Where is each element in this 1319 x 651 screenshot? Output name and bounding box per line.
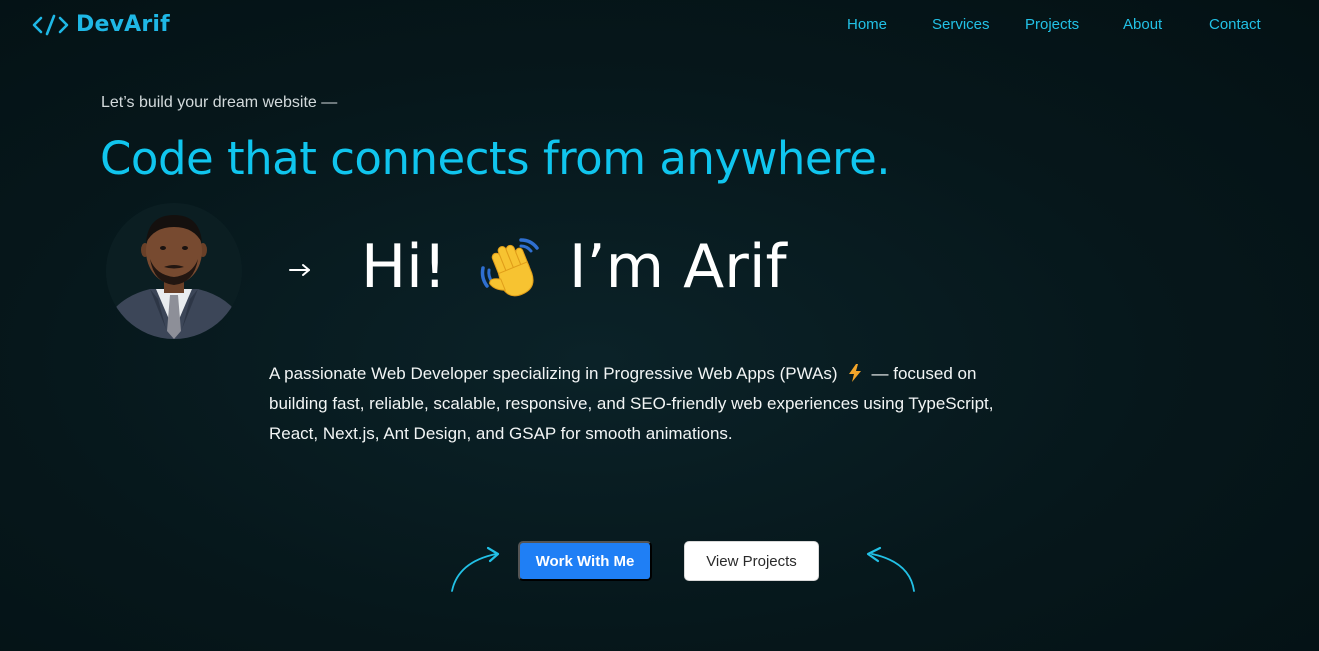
nav-menu: Home Services Projects About Contact — [0, 16, 1319, 38]
curved-arrow-right-icon — [866, 546, 915, 592]
curved-arrow-left-icon — [451, 546, 500, 592]
nav-services[interactable]: Services — [932, 16, 990, 33]
nav-home[interactable]: Home — [847, 16, 887, 33]
avatar — [106, 203, 242, 339]
nav-projects[interactable]: Projects — [1025, 16, 1079, 33]
greeting-hi: Hi! — [361, 232, 447, 302]
navbar: DevArif Home Services Projects About Con… — [0, 0, 1319, 52]
greeting-name: I’m Arif — [568, 232, 787, 302]
lightning-bolt-icon — [848, 364, 861, 382]
nav-about[interactable]: About — [1123, 16, 1162, 33]
hero-tagline: Let’s build your dream website — — [101, 94, 338, 111]
hero-headline: Code that connects from anywhere. — [100, 132, 891, 185]
view-projects-button[interactable]: View Projects — [684, 541, 819, 581]
arrow-right-icon — [289, 264, 310, 276]
hero-greeting: Hi! I’m Arif — [361, 232, 787, 302]
nav-contact[interactable]: Contact — [1209, 16, 1261, 33]
hero-description: A passionate Web Developer specializing … — [269, 359, 1039, 449]
work-with-me-button[interactable]: Work With Me — [518, 541, 652, 581]
description-part1: A passionate Web Developer specializing … — [269, 364, 838, 383]
waving-hand-icon — [480, 238, 539, 297]
